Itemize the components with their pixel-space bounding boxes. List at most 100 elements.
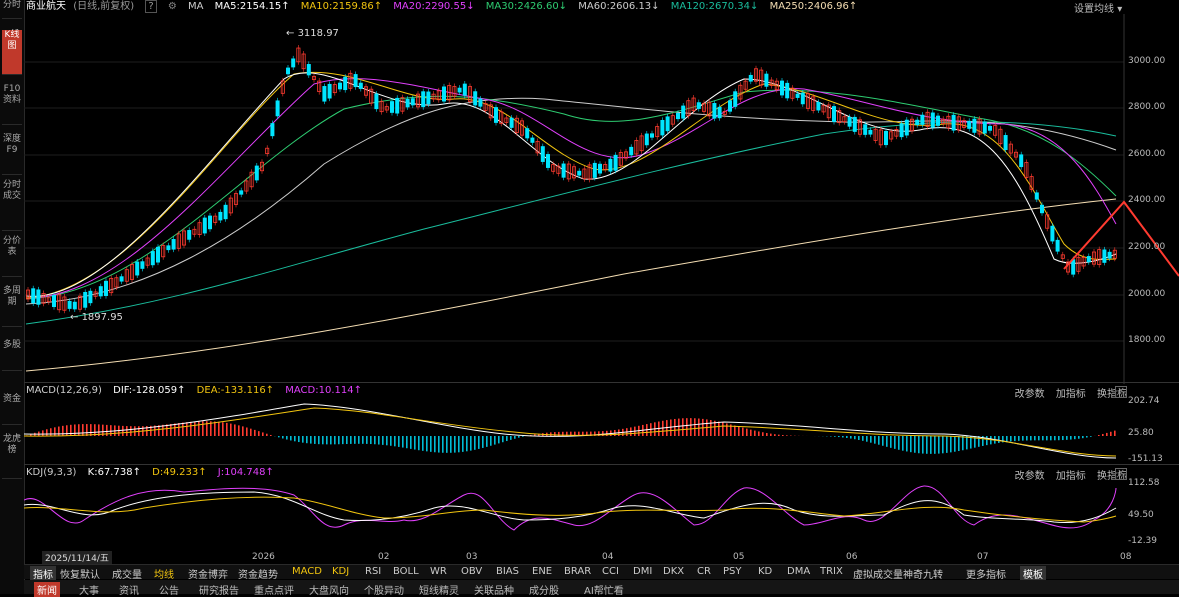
macd-chart[interactable] [24, 398, 1124, 464]
macd-title[interactable]: MACD(12,26,9) [26, 385, 102, 396]
indicator-tab[interactable]: PSY [723, 566, 742, 577]
news-tab[interactable]: 成分股 [529, 582, 559, 597]
close-icon[interactable]: × [1115, 386, 1127, 398]
kdj-title[interactable]: KDJ(9,3,3) [26, 467, 76, 478]
macd-bar [50, 428, 52, 436]
sidebar-tab-depth[interactable]: 深度F9 [2, 134, 22, 175]
indicator-tab[interactable]: ENE [532, 566, 552, 577]
indicator-tab[interactable]: KDJ [332, 566, 349, 577]
sidebar-tab-multi-period[interactable]: 多周期 [2, 286, 22, 327]
macd-bar [878, 436, 880, 445]
macd-bar [458, 436, 460, 452]
macd-bar [846, 436, 848, 438]
macd-bar [514, 436, 516, 439]
indicator-tab[interactable]: WR [430, 566, 447, 577]
sidebar-tab-trades[interactable]: 分时成交 [2, 180, 22, 231]
news-tab[interactable]: 大盘风向 [309, 582, 349, 597]
indicator-tab[interactable]: BOLL [393, 566, 419, 577]
macd-y-tick: 202.74 [1128, 396, 1160, 406]
news-tab[interactable]: AI帮忙看 [584, 582, 624, 597]
macd-bar [778, 435, 780, 436]
sidebar-tab-funds[interactable]: 资金 [2, 394, 22, 425]
indicator-tab[interactable]: CR [697, 566, 711, 577]
macd-bar [1034, 436, 1036, 440]
macd-bar [346, 436, 348, 444]
macd-bar [310, 436, 312, 444]
indicator-tab[interactable]: 恢复默认 [60, 566, 100, 581]
ma-label: MA [188, 1, 203, 12]
close-icon[interactable]: × [1115, 468, 1127, 480]
main-kline-chart[interactable]: ← 3118.97 ← 1897.95 [24, 14, 1179, 384]
kdj-chart[interactable] [24, 480, 1124, 548]
macd-bar [42, 430, 44, 436]
indicator-tab[interactable]: 神奇九转 [903, 566, 943, 581]
macd-bar [1062, 436, 1064, 440]
indicator-tab[interactable]: KD [758, 566, 772, 577]
sidebar-tab-kline[interactable]: K线图 [2, 30, 22, 75]
x-tick: 05 [733, 552, 744, 562]
news-tab[interactable]: 新闻 [34, 582, 60, 597]
macd-bar [998, 436, 1000, 443]
macd-bar [922, 436, 924, 454]
stock-name[interactable]: 商业航天 [26, 1, 66, 12]
macd-bar [746, 429, 748, 436]
news-tab[interactable]: 资讯 [119, 582, 139, 597]
macd-bar [962, 436, 964, 450]
indicator-tab[interactable]: 均线 [154, 566, 174, 581]
news-tab[interactable]: 短线精灵 [419, 582, 459, 597]
indicator-tab[interactable]: RSI [365, 566, 381, 577]
macd-bar [414, 436, 416, 450]
news-tab[interactable]: 个股异动 [364, 582, 404, 597]
indicator-tab[interactable]: BRAR [564, 566, 591, 577]
macd-bar [202, 421, 204, 436]
sidebar-tab-f10[interactable]: F10资料 [2, 84, 22, 125]
macd-bar [474, 436, 476, 450]
macd-bar [186, 422, 188, 436]
news-tab[interactable]: 重点点评 [254, 582, 294, 597]
news-tab[interactable]: 公告 [159, 582, 179, 597]
macd-bar [1046, 436, 1048, 440]
indicator-tab[interactable]: 成交量 [112, 566, 142, 581]
y-tick: 2600.00 [1128, 149, 1165, 159]
indicator-tab[interactable]: 资金博弈 [188, 566, 228, 581]
indicator-tab[interactable]: DMI [633, 566, 652, 577]
indicator-tab[interactable]: MACD [292, 566, 322, 577]
indicator-tab[interactable]: DMA [787, 566, 810, 577]
indicator-tab[interactable]: 虚拟成交量 [853, 566, 903, 581]
macd-bar [78, 424, 80, 436]
news-tab[interactable]: 研究报告 [199, 582, 239, 597]
indicator-tab[interactable]: 更多指标 [966, 566, 1006, 581]
macd-bar [222, 422, 224, 436]
indicator-tab[interactable]: BIAS [496, 566, 519, 577]
news-tab[interactable]: 大事 [79, 582, 99, 597]
macd-bar [1106, 433, 1108, 436]
macd-bar [1114, 431, 1116, 436]
macd-bar [446, 436, 448, 453]
macd-bar [550, 432, 552, 436]
sidebar-tab-dragon-tiger[interactable]: 龙虎榜 [2, 434, 22, 479]
macd-bar [914, 436, 916, 453]
macd-bar [422, 436, 424, 451]
macd-bar [886, 436, 888, 447]
indicator-tab[interactable]: 模板 [1020, 566, 1046, 581]
gear-icon[interactable]: ⚙ [168, 1, 177, 12]
sidebar-tab-price-table[interactable]: 分价表 [2, 236, 22, 277]
macd-bar [686, 418, 688, 436]
indicator-tab[interactable]: 资金趋势 [238, 566, 278, 581]
sidebar-tab-multi-stock[interactable]: 多股 [2, 340, 22, 371]
help-icon[interactable]: ? [145, 0, 156, 13]
indicator-tab[interactable]: CCI [602, 566, 619, 577]
macd-bar [330, 436, 332, 444]
ma-settings-button[interactable]: 设置均线 ▾ [1074, 0, 1122, 15]
news-tab[interactable]: 关联品种 [474, 582, 514, 597]
macd-bar [1054, 436, 1056, 440]
indicator-tab[interactable]: OBV [461, 566, 482, 577]
macd-y-tick: -151.13 [1128, 454, 1163, 464]
macd-bar [1058, 436, 1060, 440]
trend-drawing-line[interactable] [1064, 202, 1179, 276]
macd-bar [842, 436, 844, 437]
sidebar-tab-fenshi[interactable]: 分时 [2, 0, 22, 19]
indicator-tab[interactable]: 指标 [30, 566, 56, 581]
indicator-tab[interactable]: DKX [663, 566, 684, 577]
indicator-tab[interactable]: TRIX [820, 566, 843, 577]
